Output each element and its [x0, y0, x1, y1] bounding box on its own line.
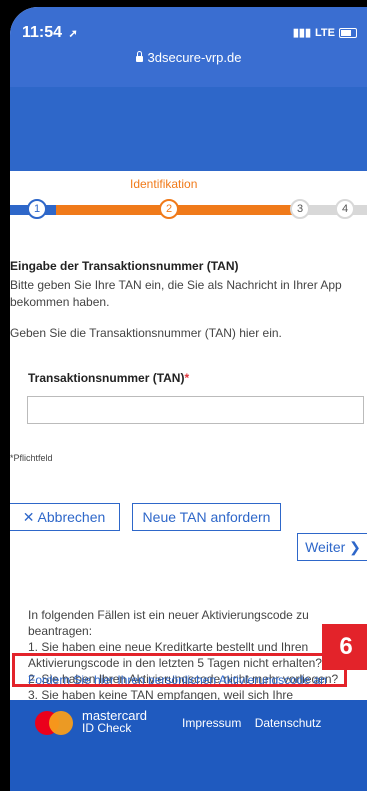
status-time-text: 11:54	[22, 24, 63, 41]
brand-text: mastercard ID Check	[82, 709, 147, 735]
status-indicators: ▮▮▮ LTE	[293, 26, 357, 39]
mastercard-logo-icon	[35, 711, 75, 735]
datenschutz-link[interactable]: Datenschutz	[255, 716, 322, 730]
impressum-link[interactable]: Impressum	[182, 716, 241, 730]
required-mark: *	[184, 371, 190, 385]
intro-text: Bitte geben Sie Ihre TAN ein, die Sie al…	[10, 278, 342, 309]
header-banner	[10, 87, 367, 171]
footer-links: Impressum Datenschutz	[182, 716, 331, 730]
info-line-intro: In folgenden Fällen ist ein neuer Aktivi…	[28, 608, 309, 638]
network-type: LTE	[315, 26, 335, 39]
step-1: 1	[27, 199, 47, 219]
page-title: Eingabe der Transaktionsnummer (TAN)	[10, 259, 239, 273]
next-button[interactable]: Weiter ❯	[297, 533, 367, 561]
status-time: 11:54 ➚	[22, 24, 78, 42]
phone-frame: 11:54 ➚ ▮▮▮ LTE 3dsecure-vrp.de Identifi…	[0, 0, 367, 791]
signal-icon: ▮▮▮	[292, 27, 312, 39]
tan-label-text: Transaktionsnummer (TAN)	[28, 371, 185, 385]
url-text: 3dsecure-vrp.de	[147, 50, 242, 65]
new-tan-button[interactable]: Neue TAN anfordern	[132, 503, 281, 531]
required-note: *Pflichtfeld	[10, 453, 53, 463]
tan-field-label: Transaktionsnummer (TAN)*	[28, 371, 189, 385]
address-bar[interactable]: 3dsecure-vrp.de	[10, 50, 367, 65]
step-3: 3	[290, 199, 310, 219]
lock-icon	[135, 51, 143, 62]
tan-input[interactable]	[27, 396, 364, 424]
battery-icon	[339, 27, 357, 38]
cancel-button[interactable]: ✕ Abbrechen	[10, 503, 120, 531]
step-label: Identifikation	[130, 177, 198, 191]
step-2: 2	[159, 199, 179, 219]
browser-screen: 11:54 ➚ ▮▮▮ LTE 3dsecure-vrp.de Identifi…	[10, 7, 367, 791]
instruction-text: Geben Sie die Transaktionsnummer (TAN) h…	[10, 326, 282, 340]
progress-stepper: 1 2 3 4	[10, 199, 367, 222]
annotation-highlight-box	[12, 653, 347, 687]
step-4: 4	[335, 199, 355, 219]
footer: mastercard ID Check Impressum Datenschut…	[10, 700, 367, 791]
brand-line-2: ID Check	[82, 721, 132, 735]
browser-top-bar: 11:54 ➚ ▮▮▮ LTE 3dsecure-vrp.de	[10, 7, 367, 87]
location-icon: ➚	[68, 28, 78, 40]
annotation-badge: 6	[322, 624, 367, 670]
